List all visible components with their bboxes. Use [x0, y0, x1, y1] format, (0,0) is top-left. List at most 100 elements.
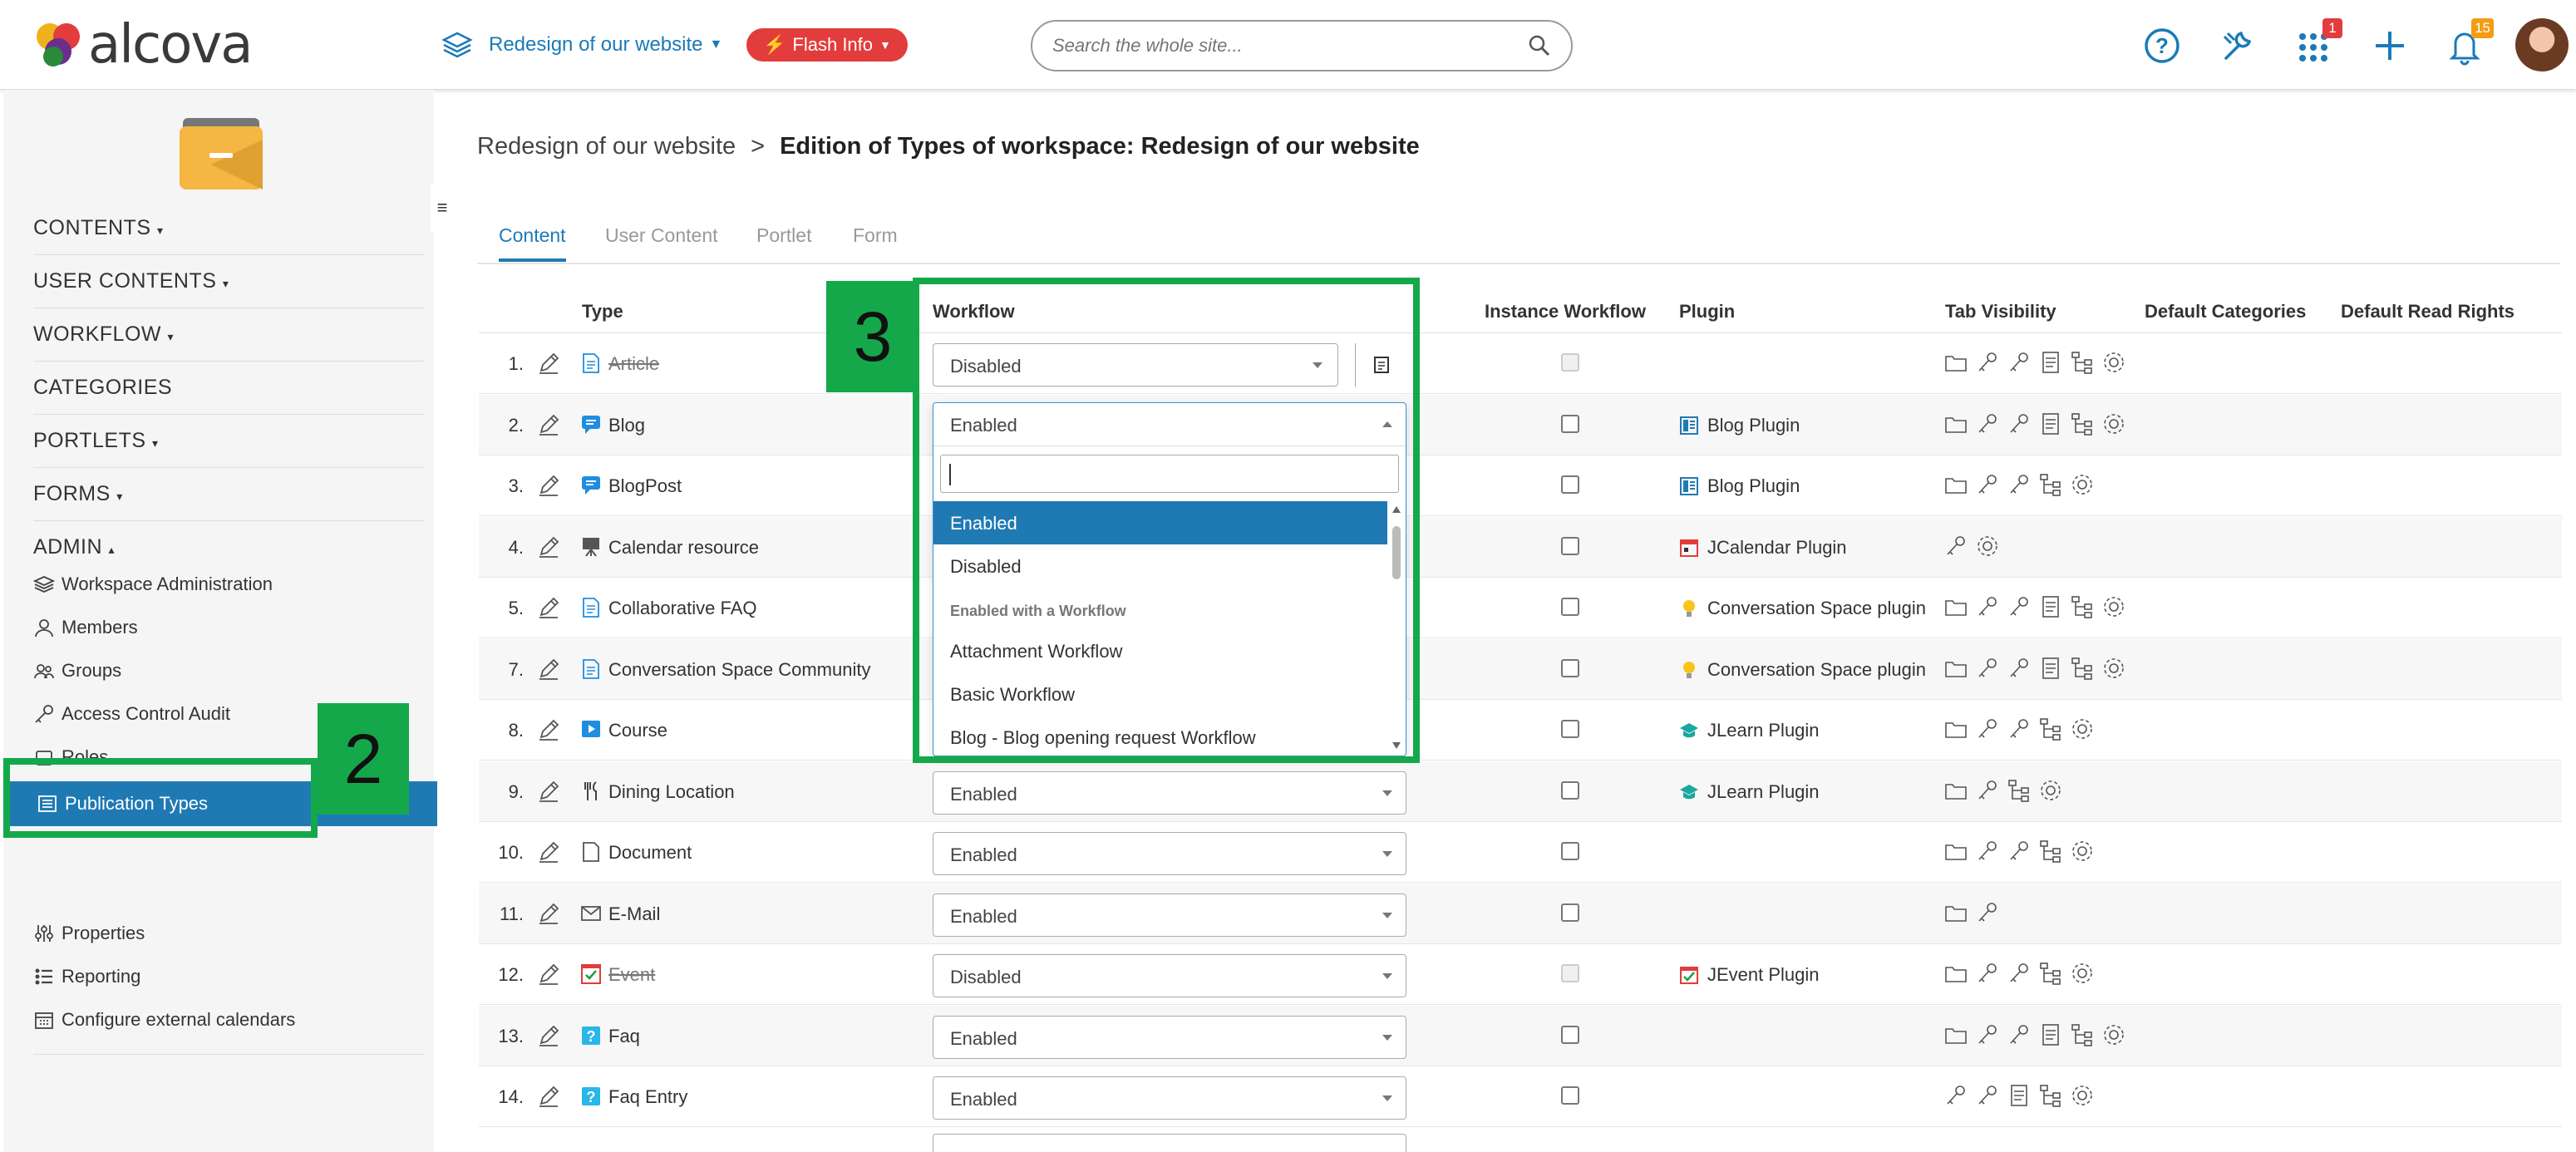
key-icon[interactable] — [2007, 472, 2032, 497]
doc-icon[interactable] — [2007, 1083, 2032, 1108]
sidebar-section-categories[interactable]: CATEGORIES — [33, 376, 172, 400]
tree-icon[interactable] — [2070, 656, 2095, 681]
doc-icon[interactable] — [2038, 656, 2063, 681]
key-icon[interactable] — [2007, 350, 2032, 375]
column-header-plugin[interactable]: Plugin — [1679, 301, 1735, 322]
sidebar-item-reporting[interactable]: Reporting — [33, 966, 140, 987]
sidebar-item-configure-external-calendars[interactable]: Configure external calendars — [33, 1009, 295, 1031]
type-name[interactable]: Collaborative FAQ — [608, 598, 757, 619]
key-icon[interactable] — [1975, 1022, 2000, 1047]
key-icon[interactable] — [1975, 411, 2000, 436]
gear-icon[interactable] — [2101, 656, 2126, 681]
folder-icon[interactable] — [1943, 839, 1968, 864]
type-name[interactable]: Faq — [608, 1026, 640, 1047]
workflow-select[interactable]: Enabled — [933, 893, 1406, 937]
key-icon[interactable] — [1943, 1083, 1968, 1108]
key-icon[interactable] — [1975, 961, 2000, 986]
key-icon[interactable] — [1975, 1083, 2000, 1108]
search-input[interactable] — [1052, 35, 1528, 57]
instance-workflow-checkbox[interactable] — [1561, 658, 1579, 677]
instance-workflow-checkbox[interactable] — [1561, 475, 1579, 494]
logo[interactable]: alcova — [32, 14, 253, 76]
instance-workflow-checkbox[interactable] — [1561, 842, 1579, 860]
type-name[interactable]: Document — [608, 842, 692, 864]
workflow-select[interactable]: Enabled — [933, 770, 1406, 815]
folder-icon[interactable] — [1943, 716, 1968, 741]
type-name[interactable]: Conversation Space Community — [608, 659, 870, 681]
instance-workflow-checkbox[interactable] — [1561, 598, 1579, 616]
type-name[interactable]: Article — [608, 353, 659, 375]
column-header-tab-visibility[interactable]: Tab Visibility — [1945, 301, 2056, 322]
workflow-select[interactable]: Disabled — [933, 954, 1406, 997]
notifications-button[interactable]: 15 — [2444, 18, 2494, 66]
type-name[interactable]: E-Mail — [608, 903, 660, 925]
doc-icon[interactable] — [2038, 1022, 2063, 1047]
tab-portlet[interactable]: Portlet — [756, 224, 811, 258]
tree-icon[interactable] — [2070, 350, 2095, 375]
type-name[interactable]: Event — [608, 964, 655, 986]
key-icon[interactable] — [2007, 1022, 2032, 1047]
gear-icon[interactable] — [2070, 472, 2095, 497]
sidebar-section-forms[interactable]: FORMS ▾ — [33, 482, 123, 506]
user-avatar[interactable] — [2515, 18, 2569, 71]
search-icon[interactable] — [1528, 34, 1551, 57]
key-icon[interactable] — [2007, 716, 2032, 741]
tree-icon[interactable] — [2007, 778, 2032, 803]
key-icon[interactable] — [1975, 350, 2000, 375]
folder-icon[interactable] — [1943, 411, 1968, 436]
tools-button[interactable] — [2216, 25, 2258, 66]
edit-pencil-icon[interactable] — [537, 840, 560, 864]
edit-pencil-icon[interactable] — [537, 780, 560, 803]
key-icon[interactable] — [1975, 900, 2000, 925]
edit-pencil-icon[interactable] — [537, 657, 560, 681]
folder-icon[interactable] — [1943, 1022, 1968, 1047]
key-icon[interactable] — [2007, 839, 2032, 864]
tree-icon[interactable] — [2070, 594, 2095, 619]
folder-icon[interactable] — [1943, 472, 1968, 497]
help-button[interactable]: ? — [2141, 25, 2183, 66]
folder-icon[interactable] — [1943, 350, 1968, 375]
apps-button[interactable]: 1 — [2293, 18, 2342, 66]
instance-workflow-checkbox[interactable] — [1561, 1025, 1579, 1044]
gear-icon[interactable] — [2070, 1083, 2095, 1108]
workflow-select[interactable] — [933, 1134, 1406, 1152]
breadcrumb-parent-link[interactable]: Redesign of our website — [477, 133, 736, 160]
edit-pencil-icon[interactable] — [537, 474, 560, 497]
sidebar-section-portlets[interactable]: PORTLETS ▾ — [33, 429, 159, 453]
gear-icon[interactable] — [2101, 1022, 2126, 1047]
column-header-default-categories[interactable]: Default Categories — [2145, 301, 2306, 322]
edit-pencil-icon[interactable] — [537, 413, 560, 436]
tree-icon[interactable] — [2038, 961, 2063, 986]
sidebar-section-contents[interactable]: CONTENTS ▾ — [33, 216, 163, 240]
gear-icon[interactable] — [2038, 778, 2063, 803]
edit-pencil-icon[interactable] — [537, 352, 560, 375]
gear-icon[interactable] — [2101, 411, 2126, 436]
gear-icon[interactable] — [2070, 961, 2095, 986]
doc-icon[interactable] — [2038, 411, 2063, 436]
tab-user-content[interactable]: User Content — [605, 224, 718, 258]
tab-content[interactable]: Content — [499, 224, 566, 262]
gear-icon[interactable] — [2070, 716, 2095, 741]
workflow-select[interactable]: Enabled — [933, 832, 1406, 875]
edit-pencil-icon[interactable] — [537, 596, 560, 619]
sidebar-section-admin[interactable]: ADMIN ▴ — [33, 535, 115, 559]
sidebar-section-user-contents[interactable]: USER CONTENTS ▾ — [33, 269, 229, 293]
instance-workflow-checkbox[interactable] — [1561, 720, 1579, 738]
key-icon[interactable] — [2007, 594, 2032, 619]
sidebar-item-properties[interactable]: Properties — [33, 923, 145, 944]
tree-icon[interactable] — [2038, 472, 2063, 497]
key-icon[interactable] — [1975, 656, 2000, 681]
tree-icon[interactable] — [2038, 1083, 2063, 1108]
key-icon[interactable] — [1975, 839, 2000, 864]
key-icon[interactable] — [1943, 534, 1968, 559]
column-header-type[interactable]: Type — [582, 301, 623, 322]
folder-icon[interactable] — [1943, 900, 1968, 925]
add-button[interactable] — [2369, 25, 2411, 66]
search-box[interactable] — [1031, 20, 1573, 71]
type-name[interactable]: Dining Location — [608, 781, 735, 803]
sidebar-toggle-button[interactable]: ≡ — [431, 185, 454, 231]
tree-icon[interactable] — [2070, 1022, 2095, 1047]
type-name[interactable]: Course — [608, 720, 667, 741]
edit-pencil-icon[interactable] — [537, 718, 560, 741]
doc-icon[interactable] — [2038, 594, 2063, 619]
